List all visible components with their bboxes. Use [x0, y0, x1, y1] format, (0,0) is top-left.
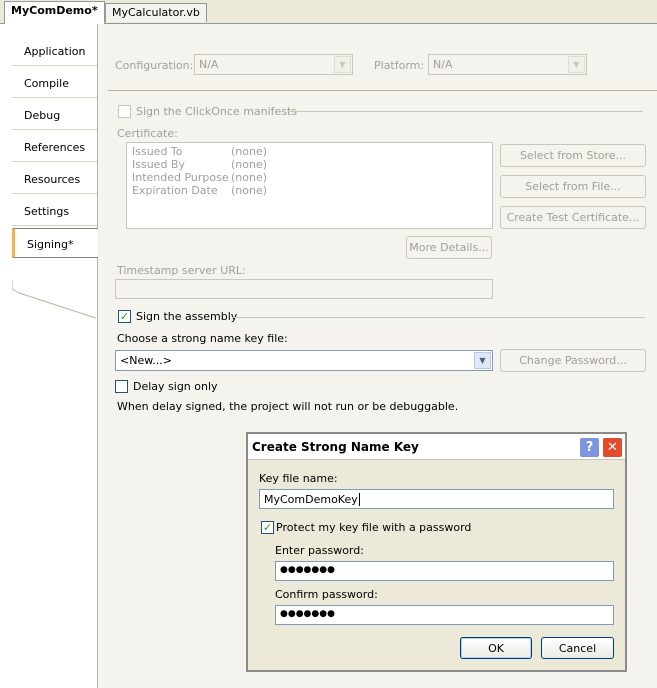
cert-value: (none): [231, 145, 268, 158]
key-file-name-label: Key file name:: [259, 472, 338, 485]
configuration-label: Configuration:: [115, 59, 194, 72]
create-test-certificate-button[interactable]: Create Test Certificate...: [500, 206, 646, 229]
assembly-divider: [232, 317, 645, 318]
tab-curve-decoration: [12, 280, 96, 319]
chevron-down-icon: ▼: [334, 56, 351, 73]
sign-manifests-label: Sign the ClickOnce manifests: [136, 105, 298, 118]
enter-password-input[interactable]: ●●●●●●●: [275, 561, 614, 581]
dialog-title: Create Strong Name Key: [252, 440, 419, 454]
cert-key: Expiration Date: [132, 184, 218, 197]
chevron-down-icon: ▼: [474, 352, 491, 369]
side-tab-application[interactable]: Application: [12, 36, 97, 66]
chevron-down-icon: ▼: [568, 56, 585, 73]
sign-assembly-label: Sign the assembly: [136, 310, 238, 323]
select-from-store-button[interactable]: Select from Store...: [500, 144, 646, 167]
side-tab-compile[interactable]: Compile: [12, 68, 97, 98]
side-tab-references[interactable]: References: [12, 132, 97, 162]
delay-sign-checkbox[interactable]: [115, 380, 128, 393]
change-password-button[interactable]: Change Password...: [500, 349, 646, 372]
side-tab-signing[interactable]: Signing*: [12, 228, 99, 258]
header-divider: [108, 90, 657, 91]
certificate-label: Certificate:: [117, 127, 178, 140]
property-tab-list: Application Compile Debug References Res…: [0, 24, 99, 688]
cert-value: (none): [231, 184, 268, 197]
doc-tab-mycomdemo[interactable]: MyComDemo*: [4, 1, 105, 24]
cancel-button[interactable]: Cancel: [541, 637, 614, 659]
enter-password-label: Enter password:: [275, 544, 364, 557]
close-button[interactable]: ✕: [602, 437, 623, 458]
choose-key-label: Choose a strong name key file:: [117, 332, 288, 345]
certificate-info-box: Issued To (none) Issued By (none) Intend…: [126, 142, 493, 229]
sign-assembly-checkbox[interactable]: ✓: [118, 310, 131, 323]
platform-label: Platform:: [374, 59, 425, 72]
cert-key: Issued By: [132, 158, 185, 171]
help-icon: ?: [585, 440, 594, 455]
help-button[interactable]: ?: [579, 437, 600, 458]
side-tab-settings[interactable]: Settings: [12, 196, 97, 226]
key-file-dropdown[interactable]: <New...> ▼: [115, 350, 493, 371]
sign-manifests-checkbox[interactable]: [118, 105, 131, 118]
create-strong-name-key-dialog: Create Strong Name Key ? ✕ Key file name…: [246, 432, 627, 672]
confirm-password-label: Confirm password:: [275, 588, 378, 601]
more-details-button[interactable]: More Details...: [406, 236, 492, 259]
confirm-password-input[interactable]: ●●●●●●●: [275, 605, 614, 625]
clickonce-divider: [288, 111, 643, 112]
document-tab-strip: MyComDemo* MyCalculator.vb: [0, 0, 657, 24]
ok-button[interactable]: OK: [460, 637, 532, 659]
cert-value: (none): [231, 158, 268, 171]
cert-key: Issued To: [132, 145, 183, 158]
cert-key: Intended Purpose: [132, 171, 229, 184]
key-file-name-input[interactable]: MyComDemoKey: [259, 489, 614, 509]
timestamp-url-input[interactable]: [115, 279, 493, 299]
side-tab-resources[interactable]: Resources: [12, 164, 97, 194]
delay-sign-note: When delay signed, the project will not …: [117, 400, 459, 413]
doc-tab-mycalculator[interactable]: MyCalculator.vb: [105, 3, 207, 22]
timestamp-label: Timestamp server URL:: [117, 264, 246, 277]
delay-sign-label: Delay sign only: [133, 380, 218, 393]
close-icon: ✕: [607, 440, 618, 455]
side-tab-debug[interactable]: Debug: [12, 100, 97, 130]
configuration-dropdown[interactable]: N/A ▼: [194, 54, 353, 75]
select-from-file-button[interactable]: Select from File...: [500, 175, 646, 198]
dialog-title-bar: Create Strong Name Key: [248, 434, 625, 460]
protect-password-label: Protect my key file with a password: [276, 521, 472, 534]
protect-password-checkbox[interactable]: ✓: [261, 521, 274, 534]
cert-value: (none): [231, 171, 268, 184]
platform-dropdown[interactable]: N/A ▼: [428, 54, 587, 75]
